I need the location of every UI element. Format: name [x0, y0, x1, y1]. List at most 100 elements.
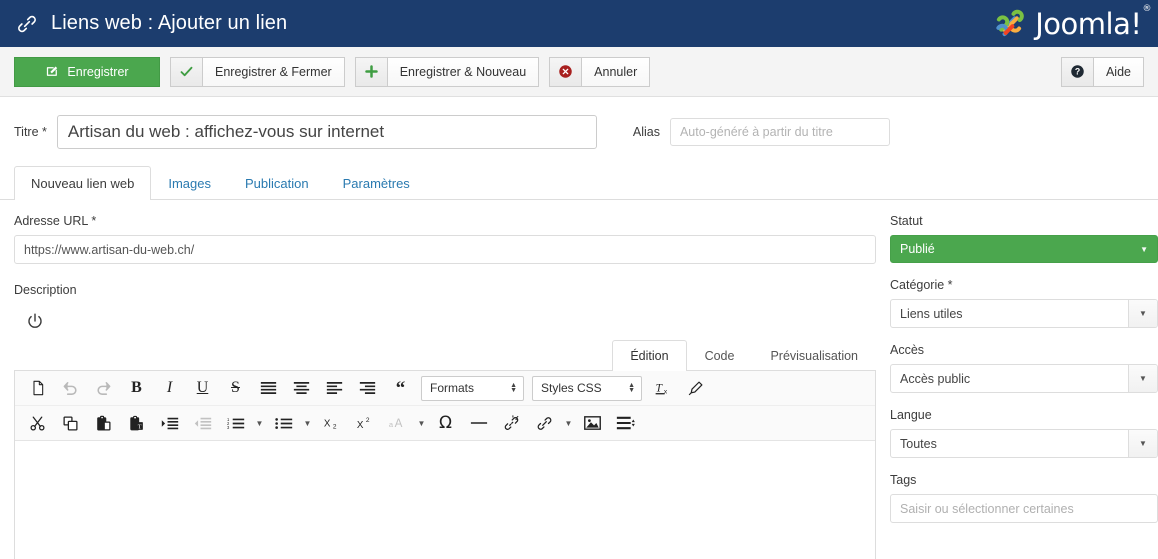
subscript-icon[interactable]: X 2 [315, 410, 348, 436]
tab-images[interactable]: Images [151, 166, 228, 200]
chevron-down-icon[interactable]: ▼ [1128, 300, 1157, 327]
redo-icon[interactable] [87, 375, 120, 401]
svg-text:A: A [394, 417, 402, 430]
language-select[interactable]: Toutes ▼ [890, 429, 1158, 458]
sidebar-column: Statut Publié ▼ Catégorie * Liens utiles… [890, 200, 1158, 538]
tab-publication[interactable]: Publication [228, 166, 326, 200]
remove-format-icon[interactable]: T x [646, 375, 679, 401]
save-new-icon-button[interactable] [355, 57, 387, 87]
page-break-icon[interactable] [609, 410, 642, 436]
align-left-icon[interactable] [318, 375, 351, 401]
paste-icon[interactable] [87, 410, 120, 436]
title-row: Titre * Alias [0, 97, 1158, 159]
status-select-value: Publié [900, 242, 935, 256]
align-center-icon[interactable] [285, 375, 318, 401]
chain-link-icon [16, 13, 38, 35]
chevron-down-icon[interactable]: ▼ [1128, 365, 1157, 392]
font-size-dropdown-icon[interactable]: ▼ [414, 410, 429, 436]
access-select[interactable]: Accès public ▼ [890, 364, 1158, 393]
undo-icon[interactable] [54, 375, 87, 401]
numbered-list-dropdown-icon[interactable]: ▼ [252, 410, 267, 436]
tags-field: Tags [890, 473, 1158, 523]
tab-nouveau-lien-web[interactable]: Nouveau lien web [14, 166, 151, 200]
access-label: Accès [890, 343, 1158, 357]
language-select-value: Toutes [891, 430, 1128, 457]
link-icon[interactable] [528, 410, 561, 436]
save-close-icon-button[interactable] [170, 57, 202, 87]
svg-text:x: x [663, 389, 667, 396]
svg-text:3: 3 [227, 425, 230, 430]
header-left: Liens web : Ajouter un lien [16, 12, 287, 35]
special-character-icon[interactable]: Ω [429, 410, 462, 436]
editor-tab-previsualisation[interactable]: Prévisualisation [752, 340, 876, 371]
language-field: Langue Toutes ▼ [890, 408, 1158, 458]
cut-icon[interactable] [21, 410, 54, 436]
font-size-icon[interactable]: a A [381, 410, 414, 436]
horizontal-rule-icon[interactable] [462, 410, 495, 436]
align-right-icon[interactable] [351, 375, 384, 401]
styles-css-select[interactable]: Styles CSS ▲▼ [532, 376, 642, 401]
strikethrough-icon[interactable]: S [219, 375, 252, 401]
category-select[interactable]: Liens utiles ▼ [890, 299, 1158, 328]
svg-text:T: T [138, 423, 142, 430]
blockquote-icon[interactable]: “ [384, 375, 417, 401]
clean-broom-icon[interactable] [679, 375, 712, 401]
indent-icon[interactable] [153, 410, 186, 436]
power-toggle-icon[interactable] [24, 310, 46, 332]
save-new-button-group: Enregistrer & Nouveau [355, 57, 539, 87]
main-column: Adresse URL * Description Édition Code P… [14, 200, 876, 559]
svg-text:X: X [323, 418, 330, 429]
bold-icon[interactable]: B [120, 375, 153, 401]
cancel-button[interactable]: Annuler [581, 57, 650, 87]
editor-mode-tabs: Édition Code Prévisualisation [14, 339, 876, 371]
superscript-icon[interactable]: X 2 [348, 410, 381, 436]
bulleted-list-dropdown-icon[interactable]: ▼ [300, 410, 315, 436]
chevron-down-icon[interactable]: ▼ [1128, 430, 1157, 457]
updown-arrows-icon: ▲▼ [510, 383, 517, 393]
x-circle-icon [558, 64, 573, 79]
svg-text:?: ? [1075, 67, 1080, 77]
save-new-button[interactable]: Enregistrer & Nouveau [387, 57, 539, 87]
joomla-wordmark: Joomla!® [1035, 7, 1150, 41]
alias-input[interactable] [670, 118, 890, 146]
copy-icon[interactable] [54, 410, 87, 436]
status-field: Statut Publié ▼ [890, 214, 1158, 263]
link-dropdown-icon[interactable]: ▼ [561, 410, 576, 436]
editor-tab-edition[interactable]: Édition [612, 340, 686, 371]
access-select-value: Accès public [891, 365, 1128, 392]
editor-content-area[interactable] [15, 441, 875, 559]
joomla-trademark: ® [1143, 4, 1152, 14]
formats-select-label: Formats [430, 381, 474, 395]
svg-text:2: 2 [365, 417, 369, 424]
underline-icon[interactable]: U [186, 375, 219, 401]
save-close-button[interactable]: Enregistrer & Fermer [202, 57, 345, 87]
tags-input[interactable] [890, 494, 1158, 523]
cancel-icon-button[interactable] [549, 57, 581, 87]
status-select[interactable]: Publié ▼ [890, 235, 1158, 263]
page-title: Liens web : Ajouter un lien [51, 12, 287, 35]
plus-icon [364, 64, 379, 79]
editor-tab-code[interactable]: Code [687, 340, 753, 371]
url-input[interactable] [14, 235, 876, 264]
new-document-icon[interactable] [21, 375, 54, 401]
action-toolbar: Enregistrer Enregistrer & Fermer Enregis… [0, 47, 1158, 97]
image-icon[interactable] [576, 410, 609, 436]
title-input[interactable] [57, 115, 597, 149]
paste-as-text-icon[interactable]: T [120, 410, 153, 436]
numbered-list-icon[interactable]: 1 2 3 [219, 410, 252, 436]
bulleted-list-icon[interactable] [267, 410, 300, 436]
description-label: Description [14, 283, 876, 297]
app-header: Liens web : Ajouter un lien Joomla!® [0, 0, 1158, 47]
help-button[interactable]: Aide [1093, 57, 1144, 87]
save-button[interactable]: Enregistrer [14, 57, 160, 87]
tab-parametres[interactable]: Paramètres [326, 166, 427, 200]
italic-icon[interactable]: I [153, 375, 186, 401]
unlink-icon[interactable] [495, 410, 528, 436]
svg-text:X: X [356, 420, 363, 431]
align-justify-icon[interactable] [252, 375, 285, 401]
help-icon-button[interactable]: ? [1061, 57, 1093, 87]
formats-select[interactable]: Formats ▲▼ [421, 376, 524, 401]
outdent-icon[interactable] [186, 410, 219, 436]
editor-box: B I U S [14, 371, 876, 559]
title-label: Titre * [14, 125, 47, 139]
